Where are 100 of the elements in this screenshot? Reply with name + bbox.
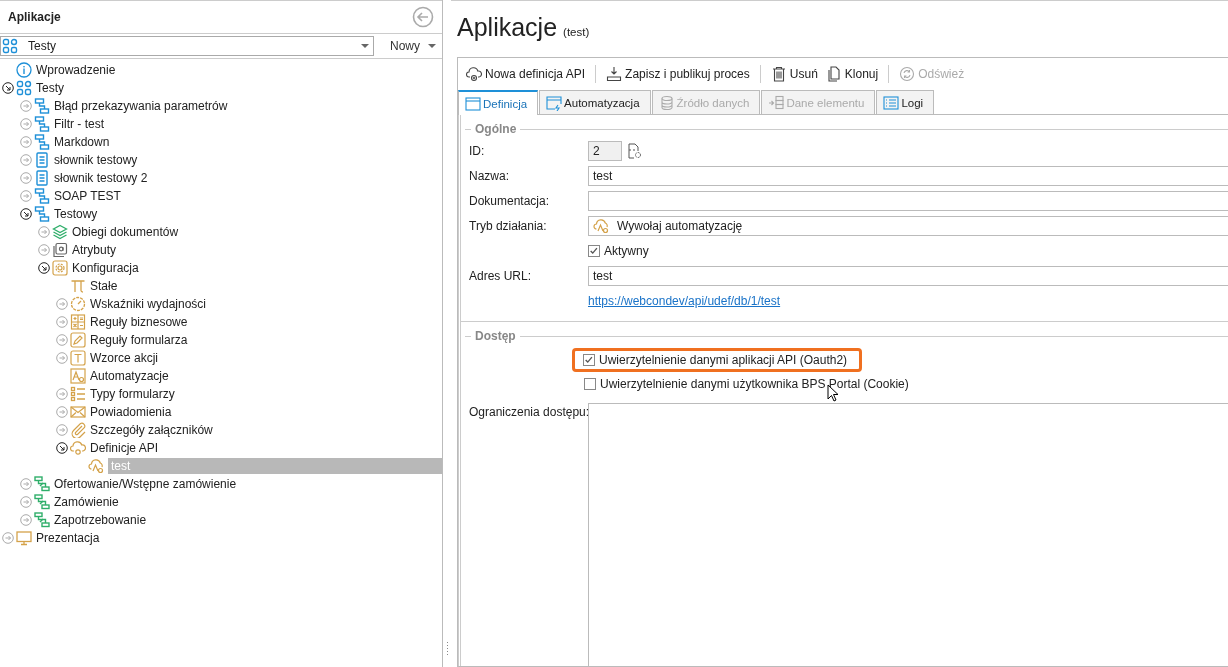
expand-icon[interactable] [20, 496, 32, 508]
tree-item[interactable]: Reguły formularza [90, 332, 191, 348]
toolbar-button[interactable]: Usuń [768, 64, 820, 84]
expand-icon[interactable] [2, 532, 14, 544]
tree-item[interactable]: Ofertowanie/Wstępne zamówienie [54, 476, 240, 492]
tree-item[interactable]: Szczegóły załączników [90, 422, 216, 438]
expand-icon[interactable] [56, 316, 68, 328]
calculator-icon [70, 314, 86, 330]
url-link[interactable]: https://webcondev/api/udef/db/1/test [588, 294, 781, 308]
expand-icon[interactable] [56, 388, 68, 400]
tree-item[interactable]: SOAP TEST [54, 188, 124, 204]
checkbox[interactable] [583, 354, 595, 366]
id-field: 2 [588, 141, 622, 161]
list-window-icon [883, 94, 900, 111]
tree-item[interactable]: Typy formularzy [90, 386, 178, 402]
process-icon [34, 188, 50, 204]
expand-icon[interactable] [56, 298, 68, 310]
expand-icon[interactable] [20, 136, 32, 148]
tree-item[interactable]: Markdown [54, 134, 113, 150]
tree-item[interactable]: Atrybuty [72, 242, 119, 258]
tree-item[interactable]: Zamówienie [54, 494, 122, 510]
trash-icon [770, 66, 787, 82]
text-icon [70, 350, 86, 366]
tree-item[interactable]: słownik testowy [54, 152, 141, 168]
gauge-icon [70, 296, 86, 312]
document-gear-icon[interactable] [626, 143, 642, 159]
attribute-icon [52, 242, 68, 258]
tree-item[interactable]: Wprowadzenie [36, 62, 119, 78]
cloud-gear-icon [70, 440, 86, 456]
url-field[interactable]: test [588, 266, 1228, 286]
tree-item[interactable]: Prezentacja [36, 530, 103, 546]
tab[interactable]: Definicja [458, 90, 539, 115]
toolbar-button[interactable]: Nowa definicja API [464, 64, 588, 84]
name-field[interactable]: test [588, 166, 1228, 186]
tree-item[interactable]: Stałe [90, 278, 121, 294]
expand-icon[interactable] [20, 172, 32, 184]
monitor-icon [16, 530, 32, 546]
copy-icon [825, 66, 842, 82]
tree-item[interactable]: Konfiguracja [72, 260, 142, 276]
toolbar-button[interactable]: Zapisz i publikuj proces [604, 64, 752, 84]
expand-icon[interactable] [38, 244, 50, 256]
tree-item[interactable]: Zapotrzebowanie [54, 512, 150, 528]
new-dropdown-button[interactable]: Nowy [390, 37, 436, 55]
download-icon [606, 66, 623, 82]
collapse-icon[interactable] [56, 442, 68, 454]
tab[interactable]: Logi [876, 90, 935, 114]
gear-icon [52, 260, 68, 276]
process-icon [34, 206, 50, 222]
restrictions-field[interactable] [588, 403, 1228, 666]
checkbox[interactable] [584, 378, 596, 390]
group-title: Dostęp [465, 328, 1228, 344]
tree-item[interactable]: słownik testowy 2 [54, 170, 151, 186]
tree-item[interactable]: Testowy [54, 206, 101, 222]
collapse-icon[interactable] [2, 82, 14, 94]
process-icon [34, 476, 50, 492]
expand-icon[interactable] [56, 334, 68, 346]
tree-item[interactable]: Błąd przekazywania parametrów [54, 98, 231, 114]
expand-icon[interactable] [20, 514, 32, 526]
expand-icon[interactable] [56, 406, 68, 418]
expand-icon[interactable] [20, 190, 32, 202]
tree-item[interactable]: Powiadomienia [90, 404, 175, 420]
field-label: Tryb działania: [469, 219, 548, 233]
page-title: Aplikacje [457, 13, 558, 42]
tree-item[interactable]: Wskaźniki wydajności [90, 296, 210, 312]
layers-icon [52, 224, 68, 240]
apps-icon [16, 80, 32, 96]
process-icon [34, 494, 50, 510]
tree-item[interactable]: Wzorce akcji [90, 350, 161, 366]
apps-icon [2, 38, 18, 54]
collapse-icon[interactable] [38, 262, 50, 274]
expand-icon[interactable] [20, 154, 32, 166]
collapse-icon[interactable] [20, 208, 32, 220]
expand-icon[interactable] [56, 424, 68, 436]
panel-title: Aplikacje [8, 10, 61, 24]
toolbar-button[interactable]: Klonuj [823, 64, 881, 84]
tab[interactable]: Automatyzacja [539, 90, 651, 114]
list-icon [70, 386, 86, 402]
checkbox-label: Uwierzytelnienie danymi użytkownika BPS Portal (Cookie) [600, 377, 909, 391]
automation-icon [70, 368, 86, 384]
tree-item[interactable]: Automatyzacje [90, 368, 172, 384]
field-label: Nazwa: [469, 169, 510, 183]
expand-icon[interactable] [20, 118, 32, 130]
app-dropdown[interactable]: Testy [0, 36, 374, 56]
tree-item[interactable]: Filtr - test [54, 116, 107, 132]
expand-icon[interactable] [56, 352, 68, 364]
tree-item[interactable]: Reguły biznesowe [90, 314, 191, 330]
data-icon [768, 94, 785, 111]
tree-item[interactable]: Definicje API [90, 440, 162, 456]
back-icon[interactable] [412, 6, 434, 28]
tree-item[interactable]: Testy [36, 80, 67, 96]
mode-dropdown[interactable]: Wywołaj automatyzację [588, 216, 1228, 236]
cloud-api-icon [88, 458, 104, 474]
expand-icon[interactable] [20, 478, 32, 490]
envelope-icon [70, 404, 86, 420]
tree-item[interactable]: Obiegi dokumentów [72, 224, 182, 240]
checkbox[interactable] [588, 245, 600, 257]
expand-icon[interactable] [20, 100, 32, 112]
documentation-field[interactable] [588, 191, 1228, 211]
expand-icon[interactable] [38, 226, 50, 238]
page-subtitle: (test) [563, 26, 590, 38]
